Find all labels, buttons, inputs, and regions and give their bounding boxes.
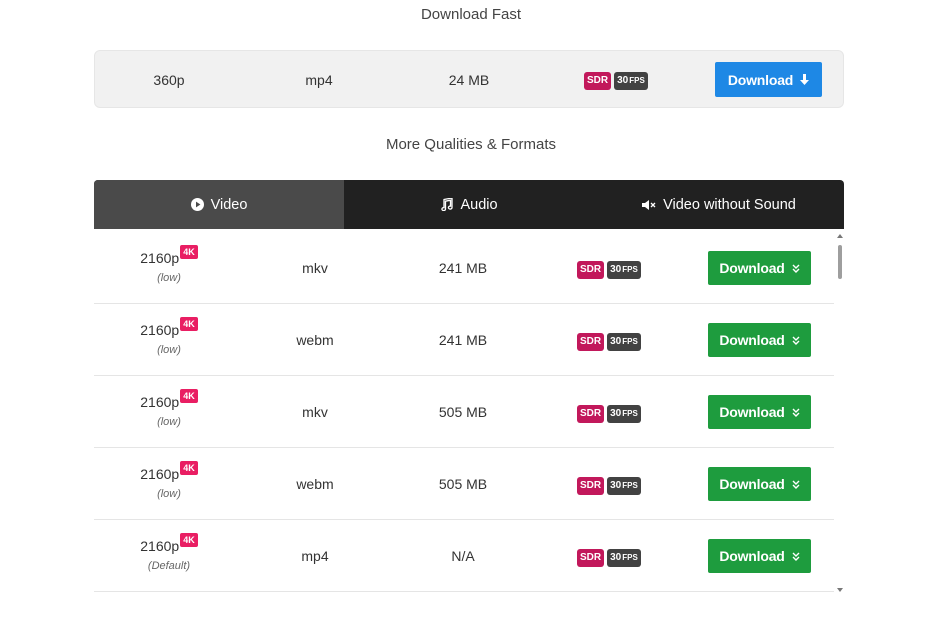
- tab-video-label: Video: [210, 196, 248, 213]
- list-scrollbar[interactable]: [836, 229, 844, 593]
- row-resolution: 2160p 4K (low): [124, 317, 214, 356]
- resolution-note: (low): [157, 416, 181, 428]
- row-resolution: 2160p 4K (low): [124, 389, 214, 428]
- tab-audio-label: Audio: [460, 196, 498, 213]
- row-format: webm: [296, 476, 334, 492]
- row-resolution: 2160p 4K (low): [124, 245, 214, 284]
- download-fast-button[interactable]: Download: [715, 62, 822, 97]
- fast-resolution: 360p: [153, 72, 185, 88]
- row-resolution: 2160p 4K (Default): [124, 533, 214, 572]
- row-download-button-label: Download: [719, 548, 785, 564]
- fps-badge: 30FPS: [614, 72, 648, 90]
- download-fast-heading: Download Fast: [420, 6, 522, 23]
- sdr-badge: SDR: [577, 549, 605, 567]
- table-row: 2160p 4K (low) webm 241 MB SDR 30FPS Down…: [94, 304, 834, 376]
- quality-badge: 4K: [180, 389, 198, 403]
- resolution-note: (low): [157, 272, 181, 284]
- play-circle-icon: [190, 198, 204, 211]
- row-size: 241 MB: [438, 332, 488, 348]
- resolution-note: (low): [157, 344, 181, 356]
- tab-video[interactable]: Video: [94, 180, 344, 229]
- format-tabs: Video Audio Video without Sound: [94, 180, 844, 229]
- row-size: 241 MB: [438, 260, 488, 276]
- row-download-button-label: Download: [719, 332, 785, 348]
- resolution-label: 2160p: [140, 538, 180, 554]
- row-badges: SDR 30FPS: [577, 405, 641, 423]
- sdr-badge: SDR: [577, 333, 605, 351]
- quality-badge: 4K: [180, 317, 198, 331]
- quality-badge: 4K: [180, 461, 198, 475]
- chevron-double-down-icon: [792, 408, 800, 417]
- fps-badge: 30FPS: [607, 261, 641, 279]
- resolution-label: 2160p: [140, 250, 180, 266]
- row-download-button-label: Download: [719, 476, 785, 492]
- table-row: 2160p 4K (low) webm 505 MB SDR 30FPS Down…: [94, 448, 834, 520]
- tab-audio[interactable]: Audio: [344, 180, 594, 229]
- sdr-badge: SDR: [577, 261, 605, 279]
- more-qualities-heading: More Qualities & Formats: [385, 136, 557, 153]
- resolution-note: (low): [157, 488, 181, 500]
- fps-badge: 30FPS: [607, 549, 641, 567]
- row-format: mkv: [302, 404, 328, 420]
- scroll-up-arrow-icon[interactable]: [837, 234, 843, 238]
- row-download-button[interactable]: Download: [708, 467, 811, 501]
- sdr-badge: SDR: [584, 72, 612, 90]
- fast-size: 24 MB: [448, 72, 490, 88]
- row-badges: SDR 30FPS: [577, 261, 641, 279]
- row-download-button-label: Download: [719, 404, 785, 420]
- fps-badge: 30FPS: [607, 405, 641, 423]
- fast-format: mp4: [305, 72, 333, 88]
- row-resolution: 2160p 4K (low): [124, 461, 214, 500]
- chevron-double-down-icon: [792, 336, 800, 345]
- resolution-note: (Default): [147, 560, 191, 572]
- scroll-down-arrow-icon[interactable]: [837, 588, 843, 592]
- row-download-button[interactable]: Download: [708, 251, 811, 285]
- row-size: 505 MB: [438, 476, 488, 492]
- row-size: 505 MB: [438, 404, 488, 420]
- sdr-badge: SDR: [577, 477, 605, 495]
- tab-video-without-sound[interactable]: Video without Sound: [594, 180, 844, 229]
- tab-video-without-sound-label: Video without Sound: [663, 196, 796, 213]
- row-badges: SDR 30FPS: [577, 333, 641, 351]
- row-format: mp4: [301, 548, 329, 564]
- resolution-label: 2160p: [140, 322, 180, 338]
- table-row: 2160p 4K (low) mkv 241 MB SDR 30FPS Downl…: [94, 232, 834, 304]
- resolution-label: 2160p: [140, 394, 180, 410]
- row-badges: SDR 30FPS: [577, 549, 641, 567]
- sdr-badge: SDR: [577, 405, 605, 423]
- format-list: 2160p 4K (low) mkv 241 MB SDR 30FPS Downl…: [94, 229, 844, 593]
- volume-mute-icon: [642, 199, 656, 210]
- row-badges: SDR 30FPS: [577, 477, 641, 495]
- arrow-down-icon: [800, 74, 810, 85]
- row-format: mkv: [302, 260, 328, 276]
- row-size: N/A: [451, 548, 475, 564]
- row-format: webm: [296, 332, 334, 348]
- row-download-button[interactable]: Download: [708, 539, 811, 573]
- fast-badges: SDR 30FPS: [584, 72, 648, 90]
- scrollbar-thumb[interactable]: [838, 245, 842, 279]
- fps-badge: 30FPS: [607, 333, 641, 351]
- table-row: 2160p 4K (low) mkv 505 MB SDR 30FPS Downl…: [94, 376, 834, 448]
- quality-badge: 4K: [180, 245, 198, 259]
- chevron-double-down-icon: [792, 552, 800, 561]
- fps-badge: 30FPS: [607, 477, 641, 495]
- table-row: 2160p 4K (Default) mp4 N/A SDR 30FPS Down…: [94, 520, 834, 592]
- music-note-icon: [441, 198, 454, 211]
- download-fast-card: 360p mp4 24 MB SDR 30FPS Download: [94, 50, 844, 108]
- row-download-button-label: Download: [719, 260, 785, 276]
- download-fast-button-label: Download: [727, 71, 794, 88]
- resolution-label: 2160p: [140, 466, 180, 482]
- chevron-double-down-icon: [792, 264, 800, 273]
- row-download-button[interactable]: Download: [708, 323, 811, 357]
- row-download-button[interactable]: Download: [708, 395, 811, 429]
- chevron-double-down-icon: [792, 480, 800, 489]
- quality-badge: 4K: [180, 533, 198, 547]
